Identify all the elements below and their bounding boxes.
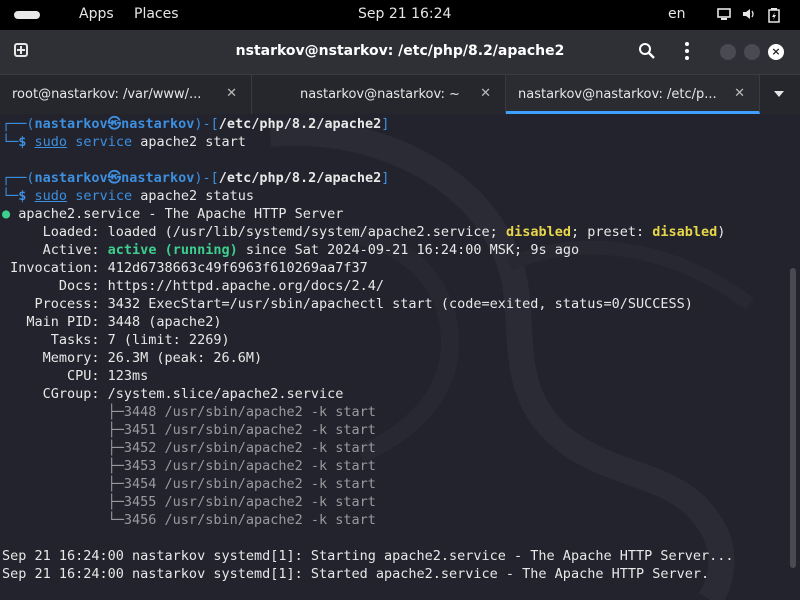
window-title: nstarkov@nstarkov: /etc/php/8.2/apache2 <box>235 43 565 59</box>
invocation-line: Invocation: 412d6738663c49f6963f610269aa… <box>2 260 368 276</box>
tab-close-icon[interactable]: ✕ <box>226 86 237 101</box>
tab-close-icon[interactable]: ✕ <box>480 86 491 101</box>
memory-line: Memory: 26.3M (peak: 26.6M) <box>2 350 263 366</box>
tab-label: root@nastarkov: /var/www/... <box>12 87 202 102</box>
tab-etc-php[interactable]: nastarkov@nastarkov: /etc/p... ✕ <box>506 75 760 114</box>
tab-label: nastarkov@nastarkov: /etc/p... <box>518 87 717 102</box>
prompt-line-2: ┌──(nastarkov㉿nastarkov)-[/etc/php/8.2/a… <box>2 170 390 186</box>
close-window-button[interactable]: × <box>768 44 784 60</box>
tab-list-dropdown-icon[interactable] <box>774 91 784 97</box>
activities-icon[interactable] <box>14 11 40 19</box>
cpu-line: CPU: 123ms <box>2 368 149 384</box>
terminal-output: ┌──(nastarkov㉿nastarkov)-[/etc/php/8.2/a… <box>2 115 734 583</box>
unit-line: ● apache2.service - The Apache HTTP Serv… <box>2 206 344 222</box>
battery-icon[interactable] <box>766 7 782 23</box>
top-panel: Apps Places Sep 21 16:24 en <box>0 0 800 30</box>
log-line: Sep 21 16:24:00 nastarkov systemd[1]: St… <box>2 548 734 564</box>
tasks-line: Tasks: 7 (limit: 2269) <box>2 332 230 348</box>
process-line: Process: 3432 ExecStart=/usr/sbin/apache… <box>2 296 693 312</box>
active-line: Active: active (running) since Sat 2024-… <box>2 242 580 258</box>
process-tree-line: ├─3455 /usr/sbin/apache2 -k start <box>2 494 376 510</box>
process-tree-line: ├─3454 /usr/sbin/apache2 -k start <box>2 476 376 492</box>
command-line-1: └─$ sudo service apache2 start <box>2 134 246 150</box>
clock[interactable]: Sep 21 16:24 <box>358 6 451 22</box>
tab-label: nastarkov@nastarkov: ~ <box>300 87 460 102</box>
process-tree-line: ├─3452 /usr/sbin/apache2 -k start <box>2 440 376 456</box>
process-tree-line: └─3456 /usr/sbin/apache2 -k start <box>2 512 376 528</box>
process-tree-line: ├─3451 /usr/sbin/apache2 -k start <box>2 422 376 438</box>
process-tree-line: ├─3453 /usr/sbin/apache2 -k start <box>2 458 376 474</box>
command-line-2: └─$ sudo service apache2 status <box>2 188 255 204</box>
kebab-menu-icon[interactable] <box>684 42 690 60</box>
display-icon[interactable] <box>716 7 732 23</box>
cgroup-line: CGroup: /system.slice/apache2.service <box>2 386 344 402</box>
search-icon[interactable] <box>638 42 656 60</box>
process-tree-line: ├─3448 /usr/sbin/apache2 -k start <box>2 404 376 420</box>
language-indicator[interactable]: en <box>668 6 686 22</box>
apps-menu[interactable]: Apps <box>79 6 114 22</box>
tab-close-icon[interactable]: ✕ <box>734 86 745 101</box>
tab-bar: root@nastarkov: /var/www/... ✕ nastarkov… <box>0 74 800 114</box>
maximize-button[interactable] <box>744 44 760 60</box>
volume-icon[interactable] <box>741 7 757 23</box>
log-line: Sep 21 16:24:00 nastarkov systemd[1]: St… <box>2 566 710 582</box>
mainpid-line: Main PID: 3448 (apache2) <box>2 314 222 330</box>
terminal-view[interactable]: ┌──(nastarkov㉿nastarkov)-[/etc/php/8.2/a… <box>0 114 800 600</box>
places-menu[interactable]: Places <box>134 6 179 22</box>
docs-line: Docs: https://httpd.apache.org/docs/2.4/ <box>2 278 385 294</box>
minimize-button[interactable] <box>720 44 736 60</box>
scrollbar[interactable] <box>790 268 796 568</box>
tab-root-www[interactable]: root@nastarkov: /var/www/... ✕ <box>0 75 252 114</box>
window-titlebar: nstarkov@nstarkov: /etc/php/8.2/apache2 … <box>0 30 800 74</box>
tab-home[interactable]: nastarkov@nastarkov: ~ ✕ <box>252 75 506 114</box>
prompt-line-1: ┌──(nastarkov㉿nastarkov)-[/etc/php/8.2/a… <box>2 116 390 132</box>
loaded-line: Loaded: loaded (/usr/lib/systemd/system/… <box>2 224 726 240</box>
